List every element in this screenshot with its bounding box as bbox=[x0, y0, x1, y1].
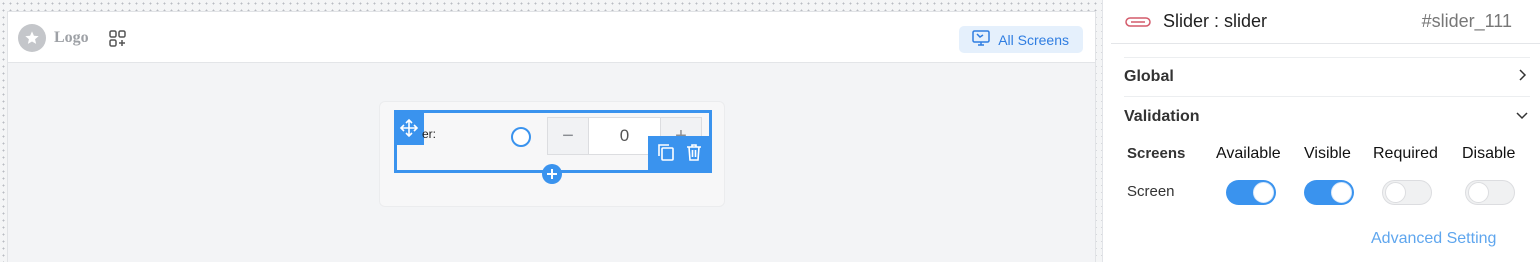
toggle-knob bbox=[1385, 182, 1406, 203]
header-screens: Screens bbox=[1127, 145, 1186, 162]
toggle-knob bbox=[1468, 182, 1489, 203]
toggle-available[interactable] bbox=[1226, 180, 1276, 205]
toggle-knob bbox=[1331, 182, 1352, 203]
trash-icon[interactable] bbox=[684, 142, 704, 167]
properties-panel: Slider : slider #slider_111 Global Valid… bbox=[1111, 0, 1540, 262]
header-visible: Visible bbox=[1304, 145, 1351, 162]
decrement-button[interactable]: − bbox=[548, 118, 588, 154]
apps-add-icon[interactable] bbox=[108, 29, 128, 54]
advanced-setting-link[interactable]: Advanced Setting bbox=[1371, 230, 1496, 248]
toggle-disable[interactable] bbox=[1465, 180, 1515, 205]
toggle-visible[interactable] bbox=[1304, 180, 1354, 205]
all-screens-label: All Screens bbox=[998, 31, 1069, 48]
move-arrows-icon[interactable] bbox=[394, 110, 424, 145]
toggle-knob bbox=[1253, 182, 1274, 203]
row-label-screen: Screen bbox=[1127, 183, 1175, 200]
slider-widget-card[interactable]: er: − 0 + bbox=[379, 101, 725, 207]
chevron-down-icon[interactable] bbox=[1514, 107, 1530, 128]
header-required: Required bbox=[1373, 145, 1438, 162]
toggle-required[interactable] bbox=[1382, 180, 1432, 205]
star-icon bbox=[18, 24, 46, 52]
design-canvas[interactable]: Logo All Screens er: − 0 bbox=[0, 0, 1103, 262]
slider-label: er: bbox=[422, 127, 437, 141]
screen-frame[interactable]: Logo All Screens er: − 0 bbox=[7, 11, 1096, 262]
header-disable: Disable bbox=[1462, 145, 1516, 162]
monitor-icon bbox=[972, 30, 990, 49]
selected-slider-component[interactable]: er: − 0 + bbox=[394, 110, 712, 184]
section-validation[interactable]: Validation bbox=[1124, 97, 1530, 137]
section-global-label: Global bbox=[1124, 68, 1174, 85]
all-screens-button[interactable]: All Screens bbox=[959, 26, 1083, 53]
logo-text: Logo bbox=[54, 29, 89, 46]
section-global[interactable]: Global bbox=[1124, 57, 1530, 97]
copy-icon[interactable] bbox=[656, 142, 676, 167]
chevron-right-icon[interactable] bbox=[1514, 67, 1530, 88]
component-name: Slider : slider bbox=[1163, 11, 1268, 31]
panel-header: Slider : slider #slider_111 bbox=[1111, 0, 1540, 44]
component-actions bbox=[648, 136, 712, 172]
section-validation-label: Validation bbox=[1124, 108, 1200, 125]
plus-circle-icon[interactable] bbox=[542, 164, 562, 184]
slider-thumb[interactable] bbox=[511, 127, 531, 147]
logo: Logo bbox=[18, 24, 89, 52]
screen-topbar: Logo All Screens bbox=[8, 12, 1095, 63]
component-id: #slider_111 bbox=[1421, 11, 1512, 31]
header-available: Available bbox=[1216, 145, 1281, 162]
slider-component-icon bbox=[1125, 15, 1151, 33]
